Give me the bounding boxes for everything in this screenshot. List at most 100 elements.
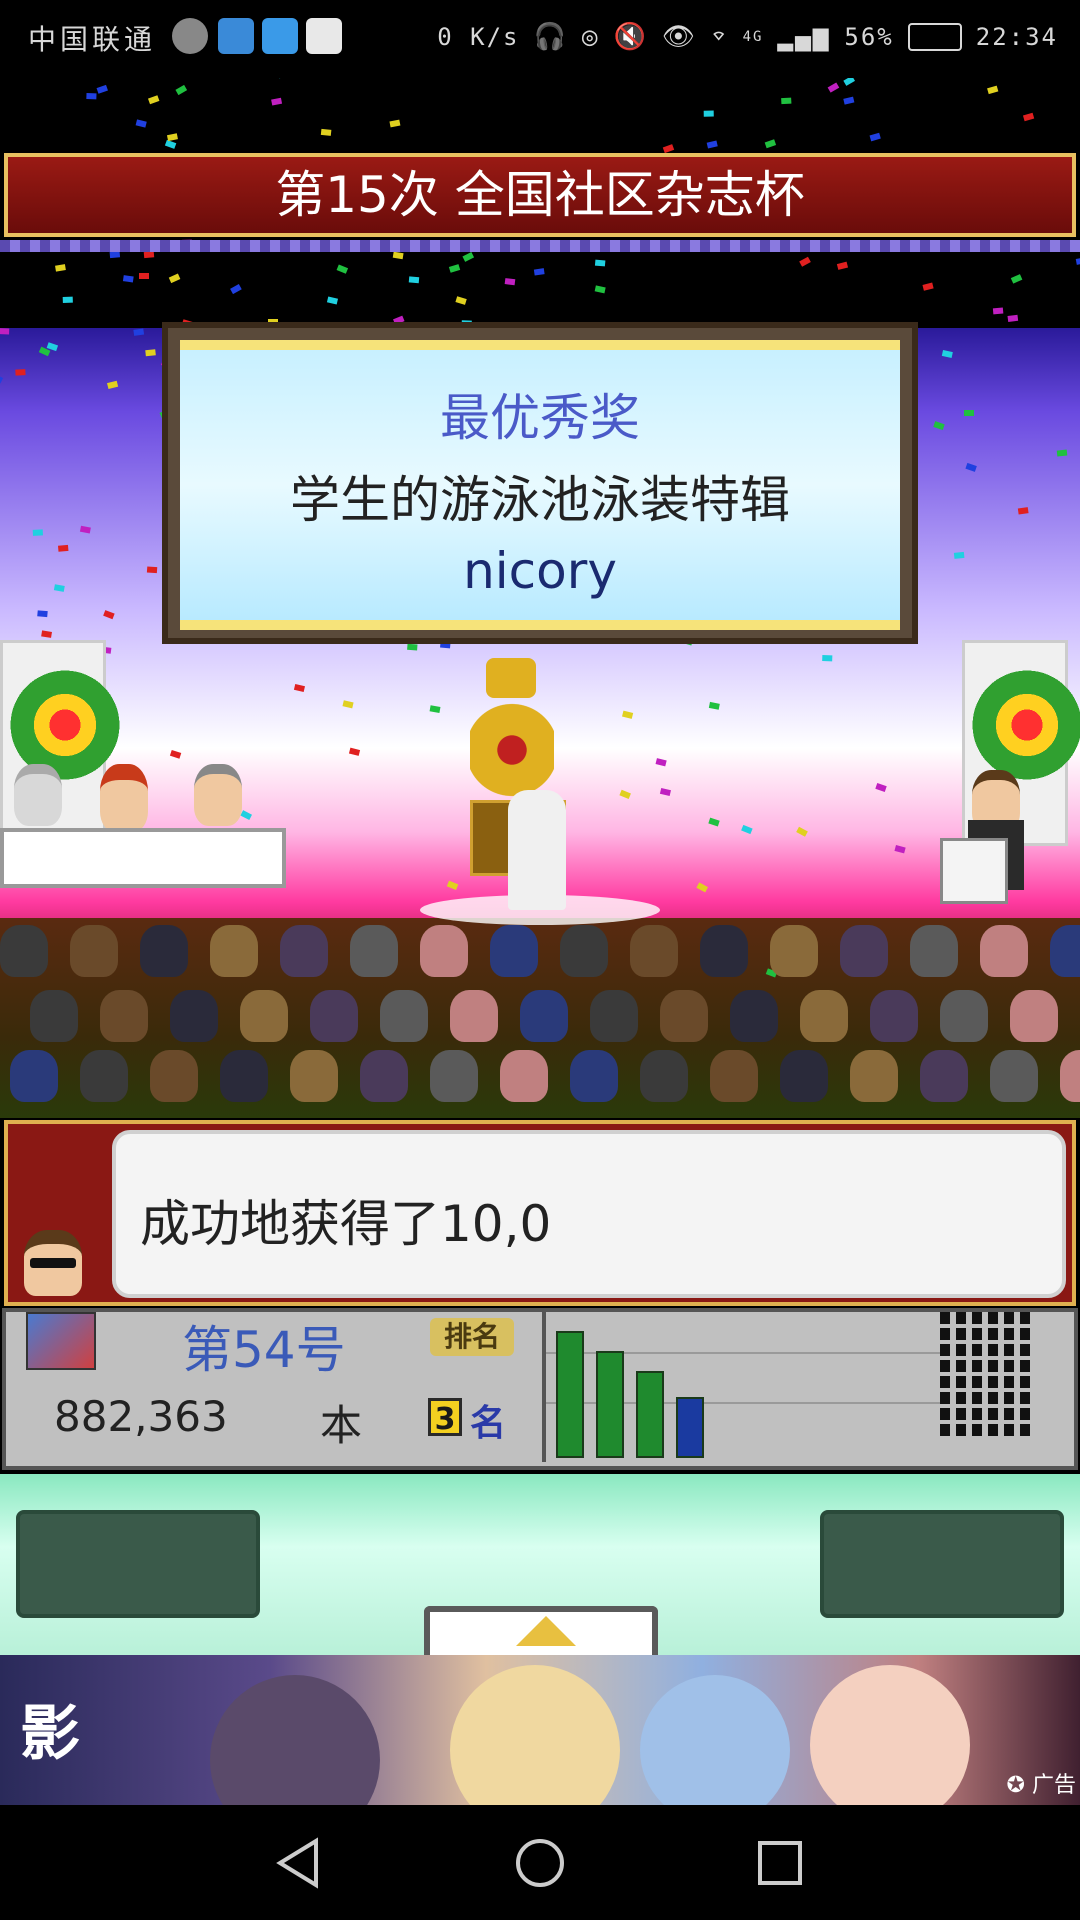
award-board: 最优秀奖 学生的游泳池泳装特辑 nicory [180,340,900,630]
confetti-piece [143,251,155,259]
up-arrow-icon [516,1616,576,1646]
confetti-piece [799,256,811,267]
audience-member [280,925,328,977]
audience-member [920,1050,968,1102]
home-icon[interactable] [514,1837,566,1889]
confetti-piece [448,264,461,273]
confetti-piece [708,701,720,710]
audience-member [30,990,78,1042]
audience-member [780,1050,828,1102]
confetti-piece [533,268,545,276]
audience-member [150,1050,198,1102]
recents-icon[interactable] [754,1837,806,1889]
confetti-piece [964,410,974,416]
audience-member [1060,1050,1080,1102]
confetti-piece [41,630,52,638]
confetti-piece [326,296,339,305]
confetti-piece [992,307,1004,315]
audience-member [1010,990,1058,1042]
confetti-piece [55,264,66,272]
audience-member [520,990,568,1042]
eye-icon: 👁 [661,22,697,52]
audience-member [490,925,538,977]
confetti-piece [1075,257,1080,265]
confetti-piece [389,119,401,128]
confetti-piece [139,273,149,279]
status-bar: 中国联通 0 K/s 🎧 ◎ 🔇 👁 ⌔ 4G ▂▄▆ 56% 22:34 [0,0,1080,78]
confetti-piece [336,264,349,274]
headset-icon: 🎧 [533,22,568,52]
audience-member [850,1050,898,1102]
audience-member [360,1050,408,1102]
rank-number: 3 [428,1398,462,1437]
confetti-piece [348,747,361,756]
chart-bar [676,1397,704,1458]
signal-icon: ▂▄▆ [777,22,831,52]
lectern [940,838,1008,904]
confetti-piece [741,824,753,835]
map-app-icon [306,18,342,54]
audience-member [800,990,848,1042]
chart-bar [556,1331,584,1458]
confetti-piece [662,144,675,154]
chart-bar [596,1351,624,1458]
confetti-piece [594,259,606,267]
qr-code [940,1308,1034,1436]
audience-member [240,990,288,1042]
ad-banner[interactable]: 影 ✪ 广告 [0,1655,1080,1805]
audience-member [420,925,468,977]
confetti-piece [15,369,26,376]
confetti-piece [53,584,65,592]
signal-type: 4G [742,29,764,45]
confetti-piece [96,84,108,94]
audience-member [980,925,1028,977]
confetti-piece [619,789,631,800]
trophy-icon [486,658,536,698]
audience-member [500,1050,548,1102]
confetti-piece [655,758,667,767]
right-action-button[interactable] [820,1510,1064,1618]
confetti-piece [164,139,177,149]
ad-label: ✪ 广告 [1006,1773,1076,1798]
speech-bubble[interactable]: 成功地获得了10,0 [112,1130,1066,1298]
confetti-piece [135,119,147,128]
whale-app-icon [218,18,254,54]
audience-member [70,925,118,977]
confetti-piece [504,278,516,286]
confetti-piece [46,342,59,352]
battery-percent: 56% [844,23,894,51]
confetti-piece [109,251,121,259]
confetti-piece [230,284,242,295]
judge-character [14,764,62,826]
confetti-piece [320,128,332,136]
confetti-piece [175,84,188,96]
confetti-piece [965,462,977,472]
confetti-piece [240,810,253,821]
audience-member [210,925,258,977]
confetti-piece [342,700,354,709]
confetti-piece [169,749,182,759]
clock: 22:34 [975,23,1058,51]
audience-member [700,925,748,977]
audience-member [220,1050,268,1102]
confetti-piece [706,140,718,149]
left-flower-arrangement [10,670,120,780]
back-icon[interactable] [272,1837,324,1889]
confetti-piece [57,544,69,552]
confetti-piece [293,683,306,693]
confetti-piece [455,296,467,305]
award-author: nicory [463,542,617,600]
magazine-cover-icon[interactable] [26,1312,96,1370]
audience-member [660,990,708,1042]
audience-member [430,1050,478,1102]
confetti-piece [408,276,420,284]
left-action-button[interactable] [16,1510,260,1618]
audience-member [990,1050,1038,1102]
audience-member [940,990,988,1042]
confetti-piece [1022,112,1035,122]
audience-member [0,925,48,977]
audience-member [380,990,428,1042]
confetti-piece [1007,314,1019,322]
audience-member [290,1050,338,1102]
confetti-piece [392,251,404,260]
